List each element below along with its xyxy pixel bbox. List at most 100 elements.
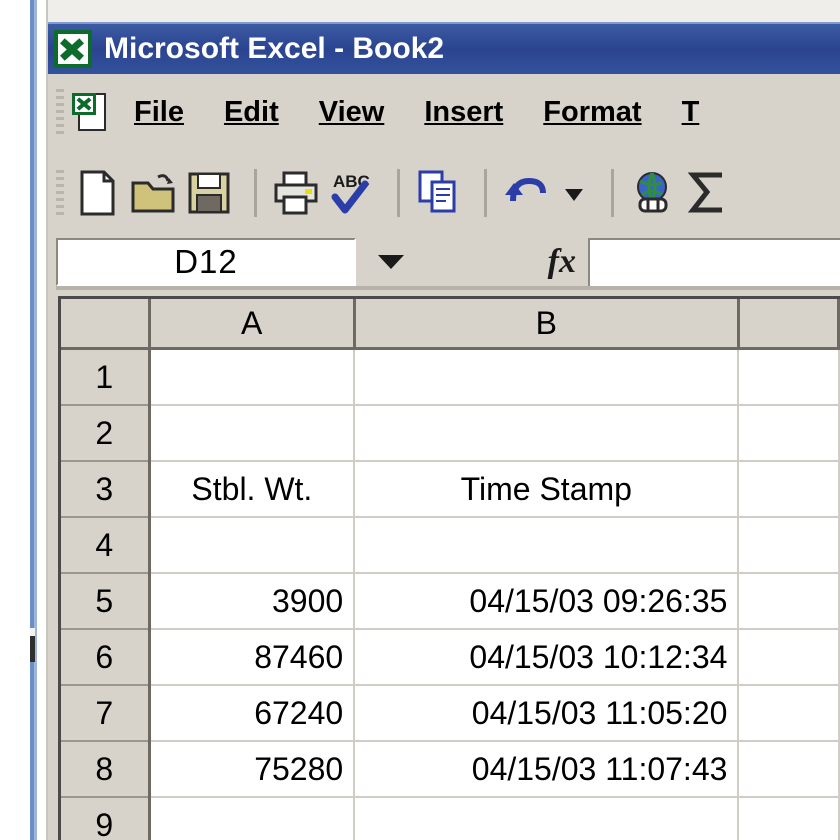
menu-bar-grip[interactable] xyxy=(56,89,64,135)
cell-A7[interactable]: 67240 xyxy=(149,685,356,742)
open-folder-icon xyxy=(131,174,175,213)
name-box-dropdown-button[interactable] xyxy=(356,238,426,286)
cell-C8[interactable] xyxy=(738,741,840,798)
menu-item-edit-label: Edit xyxy=(223,95,279,128)
cell-B9[interactable] xyxy=(354,797,740,840)
menu-item-insert-label: Insert xyxy=(424,95,504,128)
excel-client-area: Microsoft Excel - Book2 File Edit View I… xyxy=(48,0,840,840)
cell-A6[interactable]: 87460 xyxy=(149,629,356,686)
hyperlink-button[interactable] xyxy=(628,167,678,219)
undo-button[interactable] xyxy=(501,167,551,219)
cell-C7[interactable] xyxy=(738,685,840,742)
cell-C2[interactable] xyxy=(738,405,840,462)
spelling-button[interactable]: ABC xyxy=(327,167,377,219)
cell-B5[interactable]: 04/15/03 09:26:35 xyxy=(354,573,740,630)
column-header-b[interactable]: B xyxy=(354,299,740,350)
menu-item-format[interactable]: Format xyxy=(543,96,641,129)
insert-function-button[interactable]: fx xyxy=(426,238,588,286)
row-header-5[interactable]: 5 xyxy=(61,573,151,630)
sigma-icon xyxy=(687,172,722,213)
row-header-8[interactable]: 8 xyxy=(61,741,151,798)
cell-A4[interactable] xyxy=(149,517,356,574)
save-button[interactable] xyxy=(184,167,234,219)
floppy-disk-icon xyxy=(188,172,230,214)
cell-A2[interactable] xyxy=(149,405,356,462)
cell-B3[interactable]: Time Stamp xyxy=(354,461,740,518)
menu-item-edit[interactable]: Edit xyxy=(224,96,279,129)
cell-C4[interactable] xyxy=(738,517,840,574)
sheet-row: 9 xyxy=(61,797,840,840)
select-all-corner[interactable] xyxy=(61,299,151,350)
worksheet-grid[interactable]: A B 1 2 3 Stbl. Wt. Time Stamp 4 5 3900 04/15/03… xyxy=(58,296,840,840)
cell-A9[interactable] xyxy=(149,797,356,840)
scrollbar-thumb[interactable] xyxy=(30,636,35,662)
sheet-row: 7 67240 04/15/03 11:05:20 xyxy=(61,685,840,742)
formula-bar-shadow xyxy=(56,286,840,290)
cell-A1[interactable] xyxy=(149,348,356,406)
new-page-icon xyxy=(80,170,115,216)
cell-B6[interactable]: 04/15/03 10:12:34 xyxy=(354,629,740,686)
row-header-2[interactable]: 2 xyxy=(61,405,151,462)
toolbar-separator-1 xyxy=(254,169,257,217)
column-header-a[interactable]: A xyxy=(149,299,356,350)
row-header-9[interactable]: 9 xyxy=(61,797,151,840)
cell-A5[interactable]: 3900 xyxy=(149,573,356,630)
menu-item-insert[interactable]: Insert xyxy=(424,96,503,129)
open-button[interactable] xyxy=(128,167,178,219)
formula-input[interactable] xyxy=(588,238,840,286)
row-header-4[interactable]: 4 xyxy=(61,517,151,574)
cell-C1[interactable] xyxy=(738,348,840,406)
standard-toolbar: ABC xyxy=(48,150,840,236)
globe-chain-icon xyxy=(637,172,668,213)
sheet-row: 6 87460 04/15/03 10:12:34 xyxy=(61,629,840,686)
toolbar-grip[interactable] xyxy=(56,170,64,216)
cell-A3[interactable]: Stbl. Wt. xyxy=(149,461,356,518)
cell-B1[interactable] xyxy=(354,348,740,406)
cell-A8[interactable]: 75280 xyxy=(149,741,356,798)
menu-item-file-label: File xyxy=(134,95,184,128)
new-document-button[interactable] xyxy=(72,167,122,219)
cell-B7[interactable]: 04/15/03 11:05:20 xyxy=(354,685,740,742)
row-header-6[interactable]: 6 xyxy=(61,629,151,686)
sheet-table: A B 1 2 3 Stbl. Wt. Time Stamp 4 5 3900 04/15/03… xyxy=(61,299,840,840)
sheet-row: 4 xyxy=(61,517,840,574)
window-top-strip xyxy=(48,0,840,22)
sheet-row: 1 xyxy=(61,348,840,406)
chevron-down-icon xyxy=(565,189,583,201)
row-header-1[interactable]: 1 xyxy=(61,348,151,406)
cell-C6[interactable] xyxy=(738,629,840,686)
print-button[interactable] xyxy=(271,167,321,219)
excel-logo-icon xyxy=(54,30,92,68)
document-icon xyxy=(72,89,112,135)
menu-item-file[interactable]: File xyxy=(134,96,184,129)
menu-item-tools[interactable]: T xyxy=(682,96,700,129)
row-header-3[interactable]: 3 xyxy=(61,461,151,518)
menu-item-tools-label: T xyxy=(681,95,700,128)
title-bar[interactable]: Microsoft Excel - Book2 xyxy=(48,22,840,74)
cell-B2[interactable] xyxy=(354,405,740,462)
cell-C5[interactable] xyxy=(738,573,840,630)
sheet-row: 5 3900 04/15/03 09:26:35 xyxy=(61,573,840,630)
toolbar-separator-2 xyxy=(397,169,400,217)
undo-dropdown-button[interactable] xyxy=(557,167,591,219)
formula-bar: D12 fx xyxy=(48,236,840,292)
menu-bar: File Edit View Insert Format T xyxy=(48,74,840,150)
column-header-c[interactable] xyxy=(738,299,840,350)
menu-item-view-label: View xyxy=(318,95,385,128)
excel-window-screenshot: Microsoft Excel - Book2 File Edit View I… xyxy=(0,0,840,840)
sheet-row: 3 Stbl. Wt. Time Stamp xyxy=(61,461,840,518)
cell-C3[interactable] xyxy=(738,461,840,518)
cell-B4[interactable] xyxy=(354,517,740,574)
menu-item-view[interactable]: View xyxy=(319,96,385,129)
name-box[interactable]: D12 xyxy=(56,238,356,286)
toolbar-separator-3 xyxy=(484,169,487,217)
column-header-row: A B xyxy=(61,299,840,350)
toolbar-separator-4 xyxy=(611,169,614,217)
autosum-button[interactable] xyxy=(684,167,734,219)
copy-button[interactable] xyxy=(414,167,464,219)
row-header-7[interactable]: 7 xyxy=(61,685,151,742)
sheet-body: 1 2 3 Stbl. Wt. Time Stamp 4 5 3900 04/15/03 09:… xyxy=(61,348,840,840)
cell-C9[interactable] xyxy=(738,797,840,840)
undo-arrow-icon xyxy=(505,177,546,202)
cell-B8[interactable]: 04/15/03 11:07:43 xyxy=(354,741,740,798)
